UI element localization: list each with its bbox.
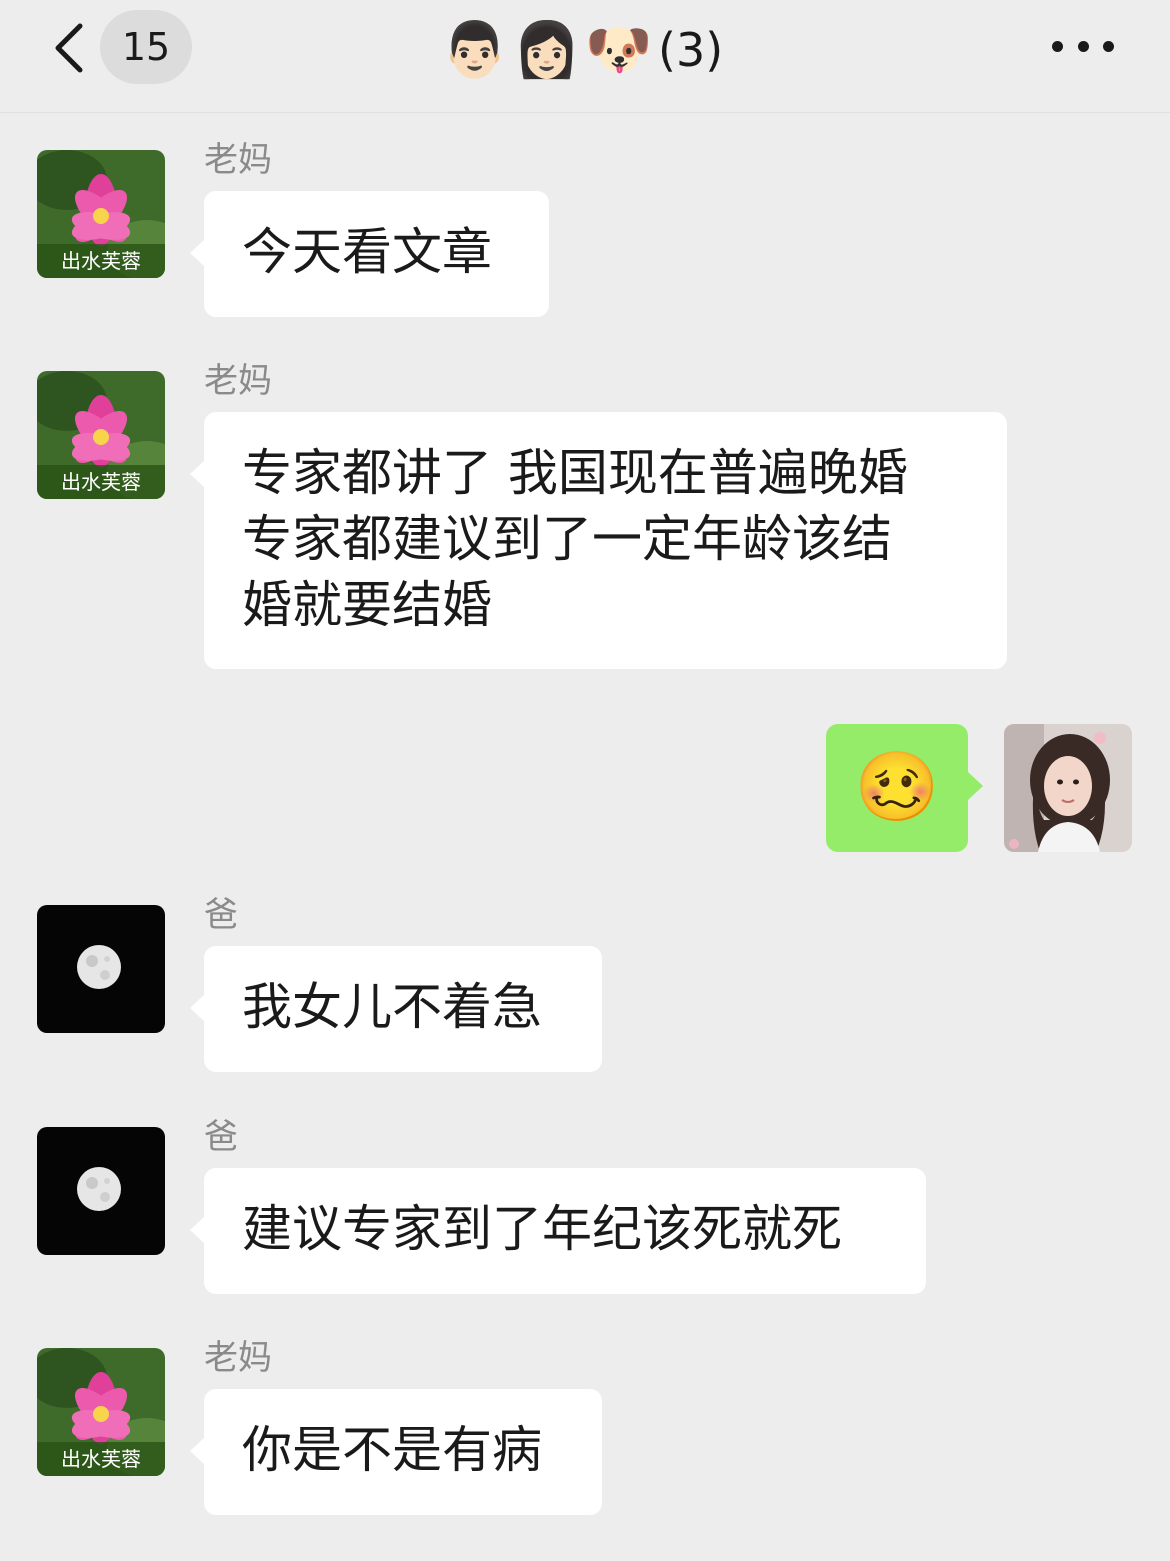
sender-name: 老妈 bbox=[204, 140, 272, 180]
message-bubble[interactable]: 我女儿不着急 bbox=[190, 946, 602, 1072]
moon-avatar[interactable] bbox=[37, 1127, 165, 1255]
more-options-icon[interactable] bbox=[1052, 36, 1114, 56]
svg-text:出水芙蓉: 出水芙蓉 bbox=[61, 470, 141, 494]
message-bubble[interactable]: 你是不是有病 bbox=[190, 1389, 602, 1515]
sender-name: 爸 bbox=[204, 1117, 238, 1157]
back-chevron-icon[interactable] bbox=[50, 22, 90, 74]
message-bubble[interactable]: 建议专家到了年纪该死就死 bbox=[190, 1168, 926, 1294]
message-text: 今天看文章 bbox=[242, 223, 492, 281]
message-text-line: 专家都讲了 我国现在普遍晚婚 bbox=[242, 444, 908, 502]
svg-text:出水芙蓉: 出水芙蓉 bbox=[61, 1447, 141, 1471]
message-text: 你是不是有病 bbox=[242, 1421, 542, 1479]
message-text-line: 专家都建议到了一定年龄该结 bbox=[242, 510, 892, 568]
my-message-bubble[interactable]: 🥴 bbox=[826, 724, 983, 852]
girl-photo-avatar[interactable] bbox=[1004, 724, 1132, 852]
chat-title: 👨🏻 👩🏻 🐶 (3) bbox=[440, 12, 723, 88]
man-emoji-icon: 👨🏻 bbox=[441, 18, 509, 81]
lotus-avatar[interactable]: 出水芙蓉 bbox=[37, 371, 165, 499]
member-count: (3) bbox=[658, 23, 724, 77]
sender-name: 老妈 bbox=[204, 1338, 272, 1378]
message-bubble[interactable]: 专家都讲了 我国现在普遍晚婚 专家都建议到了一定年龄该结 婚就要结婚 bbox=[190, 412, 1007, 669]
message-bubble[interactable]: 今天看文章 bbox=[190, 191, 549, 317]
message-text: 我女儿不着急 bbox=[242, 978, 542, 1036]
woozy-face-emoji-icon: 🥴 bbox=[854, 748, 940, 827]
lotus-avatar[interactable]: 出水芙蓉 bbox=[37, 1348, 165, 1476]
lotus-avatar[interactable]: 出水芙蓉 bbox=[37, 150, 165, 278]
message-text: 建议专家到了年纪该死就死 bbox=[242, 1200, 842, 1258]
message-text-line: 婚就要结婚 bbox=[242, 576, 492, 634]
sender-name: 老妈 bbox=[204, 361, 272, 401]
unread-count-badge[interactable]: 15 bbox=[100, 10, 192, 84]
moon-avatar[interactable] bbox=[37, 905, 165, 1033]
svg-text:出水芙蓉: 出水芙蓉 bbox=[61, 249, 141, 273]
chat-header: 15 👨🏻 👩🏻 🐶 (3) bbox=[0, 0, 1170, 113]
woman-emoji-icon: 👩🏻 bbox=[513, 18, 581, 81]
dog-emoji-icon: 🐶 bbox=[585, 18, 653, 81]
sender-name: 爸 bbox=[204, 895, 238, 935]
